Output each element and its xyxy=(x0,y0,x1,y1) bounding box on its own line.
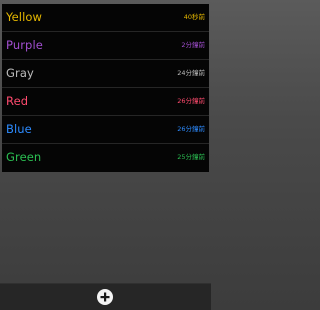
item-time: 24分鐘前 xyxy=(177,69,205,77)
item-name: Purple xyxy=(6,38,43,52)
item-time: 2分鐘前 xyxy=(181,41,205,49)
plus-icon xyxy=(100,292,110,302)
item-time: 26分鐘前 xyxy=(177,97,205,105)
list-item-gray[interactable]: Gray 24分鐘前 xyxy=(2,60,209,88)
item-time: 26分鐘前 xyxy=(177,125,205,133)
list-item-purple[interactable]: Purple 2分鐘前 xyxy=(2,32,209,60)
item-time: 25分鐘前 xyxy=(177,153,205,161)
item-name: Red xyxy=(6,94,29,108)
item-name: Green xyxy=(6,150,42,164)
bottom-action-bar xyxy=(0,283,211,310)
list-item-green[interactable]: Green 25分鐘前 xyxy=(2,144,209,172)
item-name: Blue xyxy=(6,122,32,136)
add-button[interactable] xyxy=(97,289,113,305)
list-item-yellow[interactable]: Yellow 40秒前 xyxy=(2,4,209,32)
timer-list: Yellow 40秒前 Purple 2分鐘前 Gray 24分鐘前 Red 2… xyxy=(2,4,209,172)
item-name: Yellow xyxy=(6,10,43,24)
item-name: Gray xyxy=(6,66,34,80)
item-time: 40秒前 xyxy=(183,13,205,21)
list-item-blue[interactable]: Blue 26分鐘前 xyxy=(2,116,209,144)
list-item-red[interactable]: Red 26分鐘前 xyxy=(2,88,209,116)
